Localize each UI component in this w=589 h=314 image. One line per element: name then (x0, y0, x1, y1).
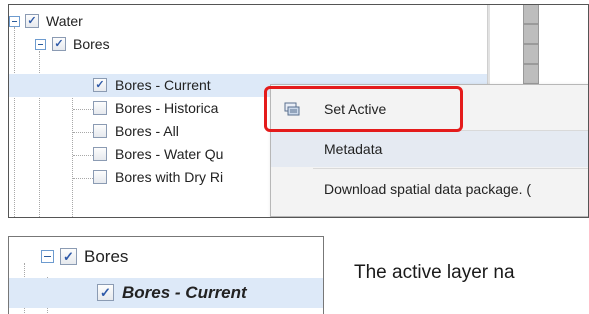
tree-node-bores-current-active[interactable]: ✓ Bores - Current (9, 278, 323, 308)
tree-node-water[interactable]: ✓ Water (9, 10, 487, 33)
tree-node-label: Water (46, 13, 83, 29)
tree-node-label: Bores - Historica (115, 100, 219, 116)
menu-item-download-spatial-data[interactable]: Download spatial data package. ( (271, 171, 588, 207)
active-layer-label: Bores - Current (122, 283, 247, 302)
tree-node-label: Bores (73, 36, 110, 52)
active-layer-screenshot: ✓ Bores ✓ Bores - Current (8, 236, 324, 314)
highlight-outline (264, 86, 463, 132)
tree-node-label: Bores - Current (115, 77, 211, 93)
tree-node-label: Bores - Water Qu (115, 146, 224, 162)
collapse-icon[interactable] (35, 39, 46, 50)
bores-historical-checkbox[interactable] (93, 101, 107, 115)
tree-node-label: Bores (84, 247, 129, 266)
tree-node-bores[interactable]: ✓ Bores (9, 242, 323, 272)
bores-all-checkbox[interactable] (93, 124, 107, 138)
water-checkbox[interactable]: ✓ (25, 14, 39, 28)
layer-tree-screenshot: ✓ Water ✓ Bores ✓ Bores - Current Bores … (8, 4, 589, 218)
menu-item-label: Metadata (324, 141, 383, 157)
tree-node-label: Bores - All (115, 123, 179, 139)
bores-water-quality-checkbox[interactable] (93, 147, 107, 161)
collapse-icon[interactable] (9, 16, 20, 27)
menu-item-metadata[interactable]: Metadata (271, 131, 588, 167)
tree-node-bores[interactable]: ✓ Bores (9, 33, 487, 56)
bores-current-checkbox[interactable]: ✓ (93, 78, 107, 92)
bores-dry-checkbox[interactable] (93, 170, 107, 184)
bores-checkbox[interactable]: ✓ (52, 37, 66, 51)
caption-text: The active layer na (354, 262, 515, 283)
menu-item-label: Download spatial data package. ( (324, 181, 532, 197)
collapse-icon[interactable] (41, 250, 54, 263)
menu-separator (313, 168, 588, 169)
bores-current-checkbox[interactable]: ✓ (97, 284, 114, 301)
tree-node-label: Bores with Dry Ri (115, 169, 224, 185)
bores-checkbox[interactable]: ✓ (60, 248, 77, 265)
